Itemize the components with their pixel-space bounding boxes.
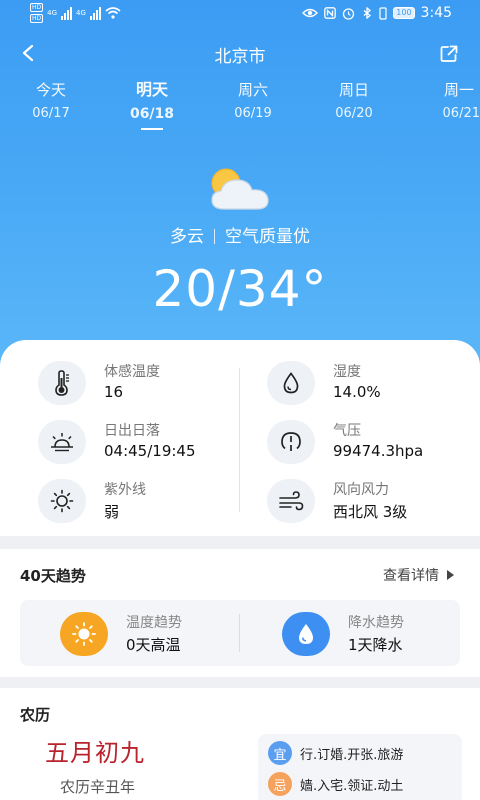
nav-bar: 北京市 [0,38,480,68]
tab-day-name: 周一 [443,81,474,99]
lunar-card: 农历 五月初九 农历辛丑年 宜 行.订婚.开张.旅游 忌 嫱.入宅.领证.动土 [0,688,480,800]
hd-badge: HD [30,14,44,23]
divider [239,614,240,652]
tab-underline [141,128,163,130]
detail-label: 体感温度 [104,364,160,380]
share-button[interactable] [436,41,462,67]
tab-day-date: 06/17 [32,106,70,121]
detail-value: 弱 [104,503,120,521]
detail-value: 99474.3hpa [333,442,424,460]
signal-icon [89,6,101,20]
eye-icon [302,8,319,18]
lunar-year: 农历辛丑年 [60,778,136,796]
vibrate-icon [379,6,387,20]
avoid-text: 嫱.入宅.领证.动土 [300,778,404,794]
tab-tomorrow[interactable]: 明天 06/18 [107,80,197,130]
status-bar: HD HD 4G 4G 100 3:45 [0,0,480,28]
alarm-icon [343,7,355,20]
signal-icon [61,6,73,20]
pressure-gauge-icon [267,420,315,464]
detail-pressure: 气压 99474.3hpa [267,420,467,464]
tab-day-date: 06/19 [234,106,272,121]
divider [239,368,240,512]
detail-sunrise-sunset: 日出日落 04:45/19:45 [38,420,228,464]
hd-badges: HD HD [30,3,44,23]
humidity-drop-icon [267,361,315,405]
tab-day-name: 周六 [237,81,268,99]
tab-day-name: 今天 [35,81,66,99]
condition-line: 多云 空气质量优 [0,222,480,247]
almanac[interactable]: 宜 行.订婚.开张.旅游 忌 嫱.入宅.领证.动土 [258,734,462,800]
tab-day-name: 明天 [135,80,168,99]
divider [214,229,215,244]
day-tabs: 今天 06/17 明天 06/18 周六 06/19 周日 06/20 周一 0… [0,80,480,140]
trend-value: 0天高温 [126,636,181,654]
section-title: 农历 [20,706,51,724]
almanac-suitable: 宜 行.订婚.开张.旅游 [268,741,403,765]
city-title: 北京市 [214,47,266,67]
trend-label: 降水趋势 [348,615,404,631]
detail-feels-like: 体感温度 16 [38,361,228,405]
raindrop-icon [282,612,330,656]
precipitation-trend[interactable]: 降水趋势 1天降水 [282,612,452,656]
network-type: 4G [76,9,86,17]
detail-uv: 紫外线 弱 [38,479,228,523]
almanac-avoid: 忌 嫱.入宅.领证.动土 [268,772,403,796]
battery-icon: 100 [393,7,415,19]
view-details-label: 查看详情 [383,568,439,584]
suitable-text: 行.订婚.开张.旅游 [300,747,404,763]
tab-sunday[interactable]: 周日 06/20 [309,80,399,123]
tab-day-date: 06/18 [129,106,175,122]
lunar-date: 五月初九 [45,739,145,767]
suitable-badge: 宜 [268,741,292,765]
temperature-range: 20/34° [152,260,328,318]
sun-icon [60,612,108,656]
tab-today[interactable]: 今天 06/17 [6,80,96,123]
detail-label: 风向风力 [333,482,389,498]
nfc-icon [324,7,337,19]
uv-sun-icon [38,479,86,523]
trend-label: 温度趋势 [126,615,182,631]
play-arrow-icon [447,570,454,580]
detail-humidity: 湿度 14.0% [267,361,457,405]
trend-summary: 温度趋势 0天高温 降水趋势 1天降水 [20,600,460,666]
avoid-badge: 忌 [268,772,292,796]
tab-day-date: 06/21 [442,106,480,121]
hd-badge: HD [30,3,44,12]
details-card: 体感温度 16 湿度 14.0% 日出日落 04:45/19:45 气压 994… [0,340,480,536]
detail-value: 04:45/19:45 [104,442,196,460]
tab-day-name: 周日 [338,81,369,99]
share-icon [440,45,458,62]
detail-wind: 风向风力 西北风 3级 [267,479,467,523]
bluetooth-icon [363,7,372,19]
weather-condition: 多云 [170,227,204,247]
weather-hero: HD HD 4G 4G 100 3:45 北京市 今天 06/17 明天 06/… [0,0,480,372]
tab-monday[interactable]: 周一 06/21 [390,80,480,123]
section-title: 40天趋势 [20,567,86,585]
wind-icon [267,479,315,523]
air-quality: 空气质量优 [225,227,310,247]
sunrise-icon [38,420,86,464]
clock: 3:45 [420,5,452,21]
tab-saturday[interactable]: 周六 06/19 [208,80,298,123]
detail-label: 紫外线 [104,482,146,498]
temperature-trend[interactable]: 温度趋势 0天高温 [60,612,230,656]
trend-value: 1天降水 [348,636,403,654]
detail-value: 16 [104,383,124,401]
wifi-icon [105,7,121,19]
thermometer-icon [38,361,86,405]
trend-card: 40天趋势 查看详情 温度趋势 0天高温 降水趋势 1天降水 [0,549,480,677]
detail-label: 日出日落 [104,423,160,439]
detail-label: 湿度 [333,364,361,380]
detail-value: 西北风 3级 [333,503,408,521]
tab-day-date: 06/20 [335,106,373,121]
network-type: 4G [47,9,58,17]
detail-label: 气压 [333,423,361,439]
detail-value: 14.0% [333,383,381,401]
view-details-link[interactable]: 查看详情 [383,565,454,585]
partly-cloudy-icon [211,168,269,210]
